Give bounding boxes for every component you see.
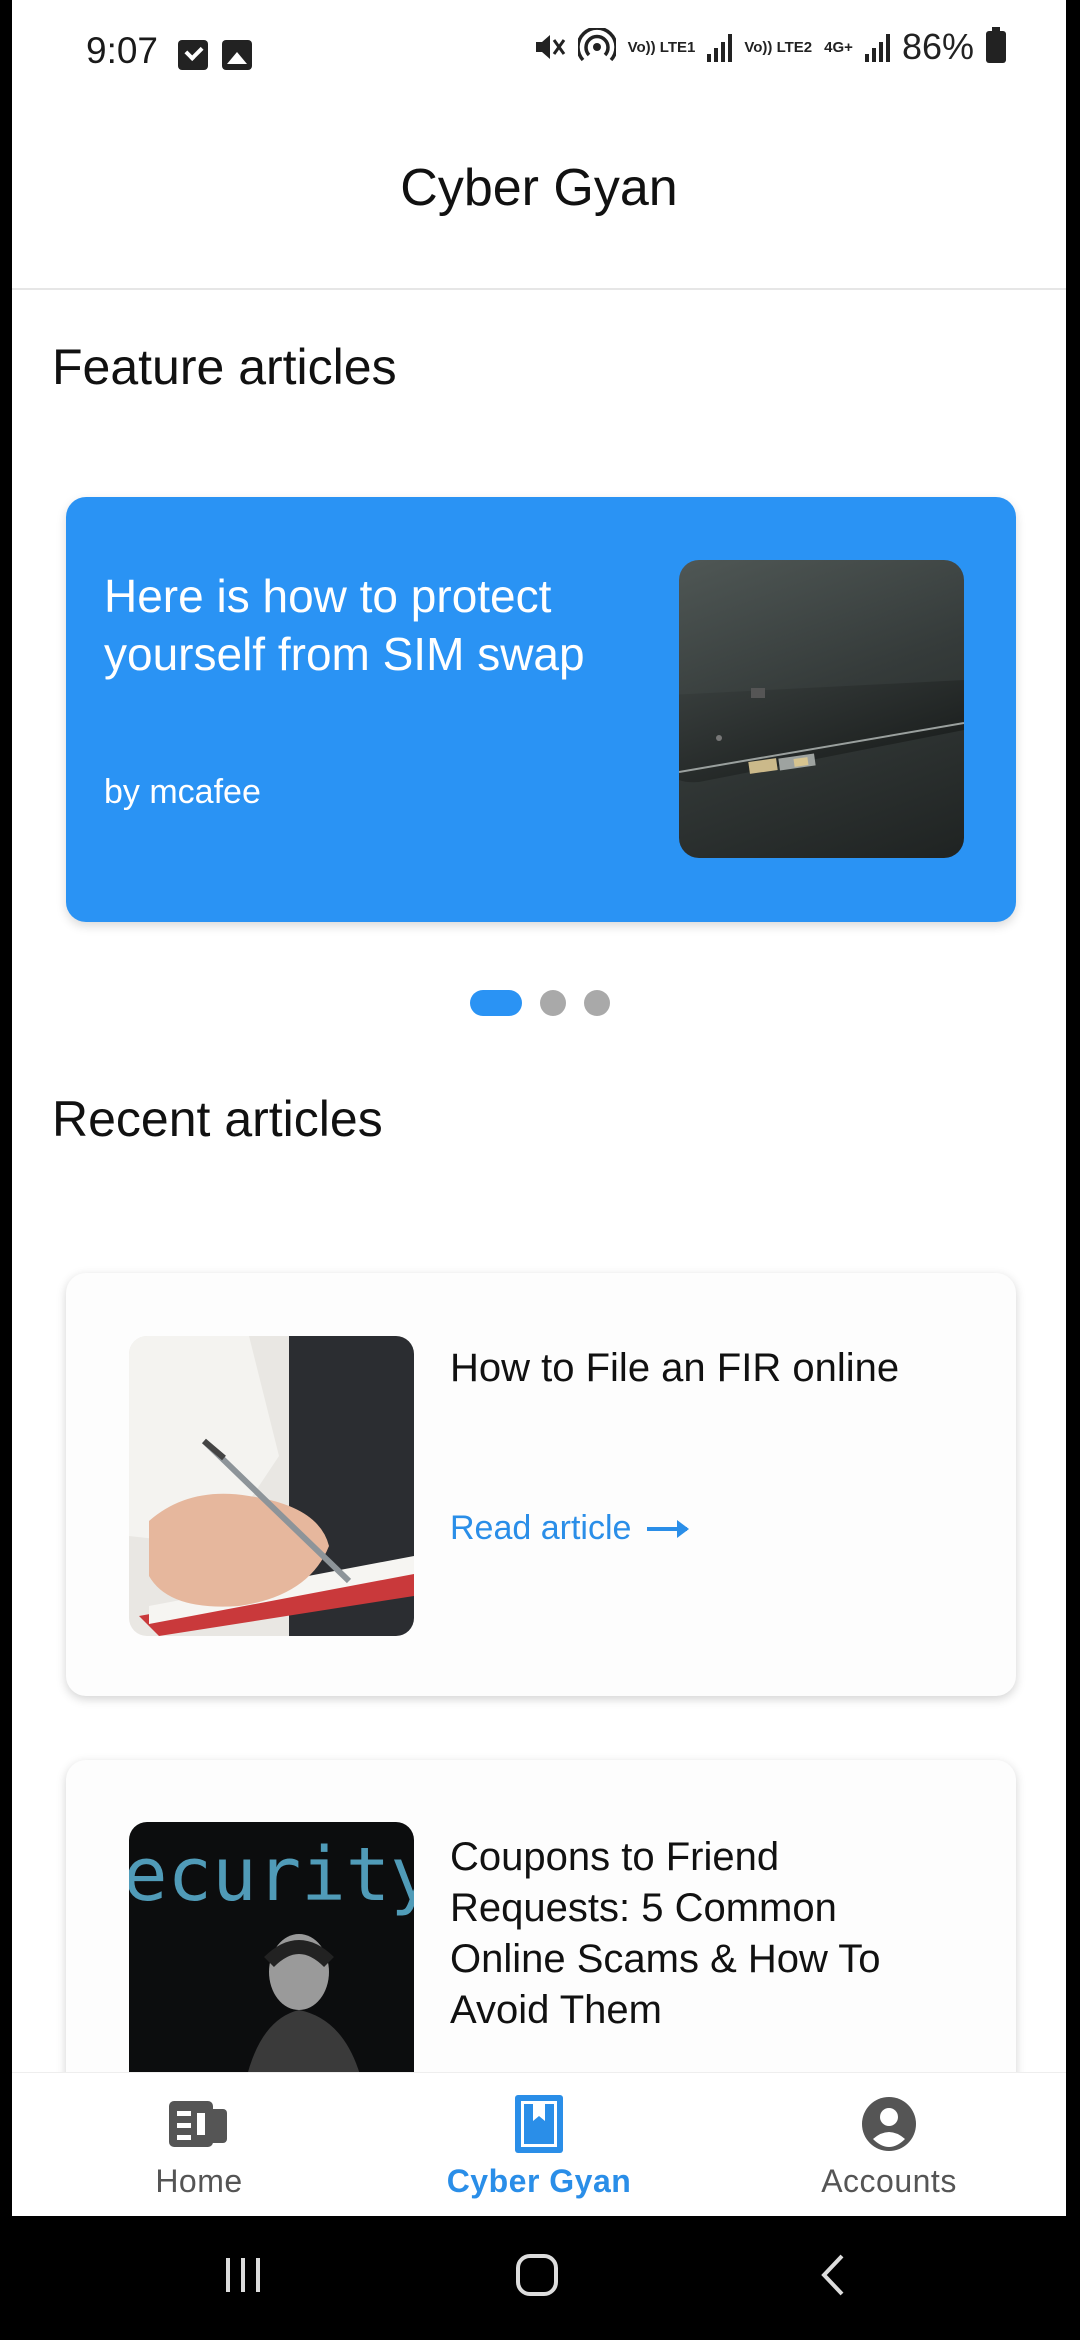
featured-pager [470,990,610,1016]
signal-icon [864,32,890,62]
signal-icon [707,32,733,62]
article-title: How to File an FIR online [450,1346,900,1390]
pager-dot[interactable] [540,990,566,1016]
nav-label-cyber-gyan: Cyber Gyan [446,2163,632,2199]
network-label: 4G+ [824,38,853,56]
page-title: Cyber Gyan [400,159,678,217]
bottom-navigation: Home Cyber Gyan Accounts [12,2072,1066,2216]
recent-articles-heading: Recent articles [52,1091,383,1147]
phone-sim-photo [679,680,964,783]
pager-dot[interactable] [584,990,610,1016]
app-bar: Cyber Gyan [12,110,1066,290]
status-bar: 9:07 Vo)) LTE1 Vo)) LTE2 4G+ 86% [12,0,1066,110]
featured-article-author: by mcafee [104,773,261,811]
article-card[interactable]: How to File an FIR online Read article [66,1273,1016,1696]
read-article-label: Read article [450,1509,632,1547]
home-news-icon [169,2101,227,2147]
feature-articles-heading: Feature articles [52,339,397,395]
system-navigation-bar [0,2216,1080,2340]
recent-apps-icon[interactable] [220,2252,266,2298]
nav-label-home: Home [155,2163,243,2199]
image-icon [222,40,252,70]
sim1-label: Vo)) LTE1 [627,38,696,56]
home-icon[interactable] [514,2252,560,2298]
featured-article-title: Here is how to protect yourself from SIM… [104,570,585,680]
featured-article-image [679,560,964,858]
featured-article-card[interactable]: Here is how to protect yourself from SIM… [66,497,1016,922]
pager-dot-active[interactable] [470,990,522,1016]
nav-item-accounts[interactable]: Accounts [769,2095,1009,2200]
account-circle-icon [862,2097,916,2151]
nav-item-home[interactable]: Home [79,2095,319,2200]
status-time: 9:07 [86,30,159,71]
writing-hand-photo [129,1336,414,1636]
status-indicators: Vo)) LTE1 Vo)) LTE2 4G+ 86% [532,26,1006,68]
bookmark-book-icon [515,2095,563,2153]
mute-icon [535,35,565,59]
battery-percent: 86% [901,26,974,67]
nav-label-accounts: Accounts [821,2163,957,2199]
article-title: Coupons to Friend Requests: 5 Common Onl… [450,1835,881,2032]
sim2-label: Vo)) LTE2 [744,38,813,56]
svg-text:ecurity: ecurity [129,1832,414,1918]
checkbox-icon [178,40,208,70]
read-article-link[interactable]: Read article [450,1509,690,1548]
article-thumbnail [129,1336,414,1636]
arrow-right-icon [647,1519,690,1538]
app-screen: 9:07 Vo)) LTE1 Vo)) LTE2 4G+ 86% Cyber G… [12,0,1066,2216]
battery-icon [986,27,1006,63]
hotspot-icon [577,28,616,62]
nav-item-cyber-gyan[interactable]: Cyber Gyan [419,2095,659,2200]
back-icon[interactable] [812,2252,858,2298]
